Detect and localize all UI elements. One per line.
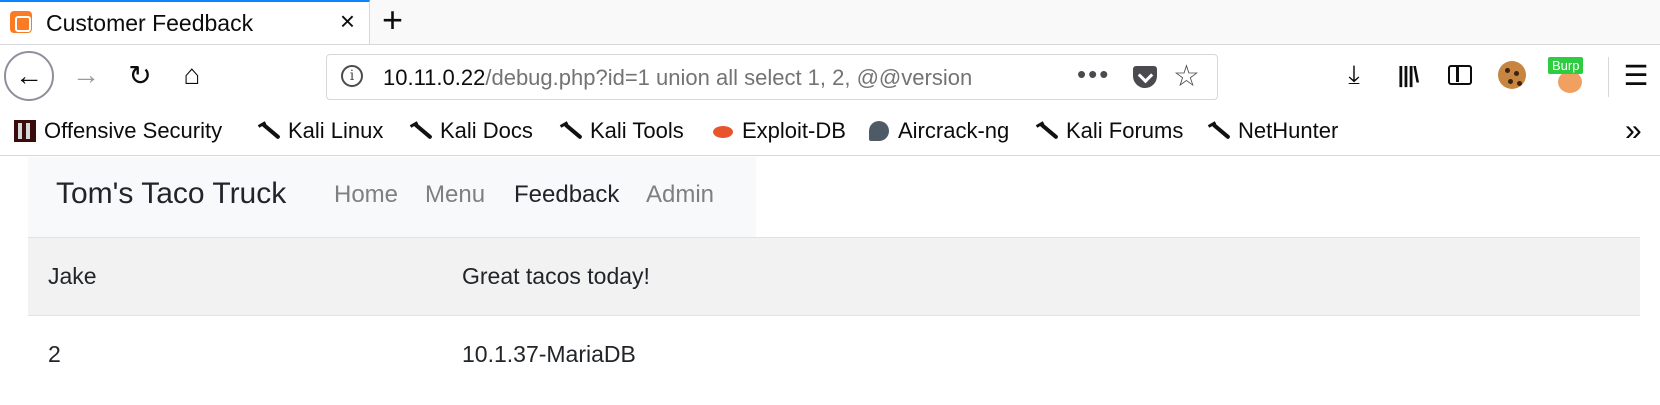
bookmark-label: Kali Forums: [1066, 118, 1184, 143]
more-bookmarks-chevron-icon[interactable]: »: [1625, 114, 1642, 148]
bookmark-label: Offensive Security: [44, 118, 223, 143]
bookmark-label: Aircrack-ng: [898, 118, 1010, 143]
feedback-message-cell: Great tacos today!: [442, 237, 1640, 316]
kali-dragon-icon: [560, 120, 582, 142]
forward-button[interactable]: →: [66, 55, 106, 95]
offsec-icon: [14, 120, 36, 142]
url-path: /debug.php?id=1 union all select 1, 2, @…: [485, 65, 973, 90]
url-fade: [987, 59, 1047, 95]
table-row: Jake Great tacos today!: [28, 237, 1640, 316]
bookmarks-toolbar: Offensive Security Kali Linux Kali Docs …: [0, 108, 1660, 156]
kali-dragon-icon: [1036, 120, 1058, 142]
bookmark-offensive-security[interactable]: Offensive Security: [14, 118, 222, 144]
bookmark-star-icon[interactable]: ☆: [1173, 59, 1200, 94]
url-bar[interactable]: i 10.11.0.22/debug.php?id=1 union all se…: [326, 54, 1218, 100]
home-button[interactable]: ⌂: [172, 55, 212, 95]
table-row: 2 10.1.37-MariaDB: [28, 315, 1640, 394]
back-button[interactable]: ←: [4, 51, 54, 101]
tab-strip: Customer Feedback × +: [0, 0, 1660, 44]
bookmark-kali-docs[interactable]: Kali Docs: [410, 118, 533, 144]
bookmark-label: Kali Tools: [590, 118, 684, 143]
kali-dragon-icon: [410, 120, 432, 142]
bookmark-label: Kali Linux: [288, 118, 384, 143]
bookmark-label: NetHunter: [1238, 118, 1339, 143]
aircrack-icon: [868, 120, 890, 142]
nav-link-admin[interactable]: Admin: [646, 181, 714, 209]
nav-link-home[interactable]: Home: [334, 181, 398, 209]
bookmark-kali-forums[interactable]: Kali Forums: [1036, 118, 1183, 144]
download-icon[interactable]: ⤓: [1336, 57, 1372, 93]
reload-button[interactable]: ↻: [120, 55, 160, 95]
feedback-name-cell: 2: [28, 315, 442, 394]
url-host: 10.11.0.22: [383, 65, 486, 90]
pocket-icon[interactable]: [1133, 66, 1157, 88]
xampp-favicon-icon: [10, 11, 32, 33]
toolbar-separator: [1608, 57, 1609, 97]
tab-customer-feedback[interactable]: Customer Feedback ×: [0, 0, 370, 44]
hamburger-menu-icon[interactable]: ☰: [1618, 57, 1654, 93]
close-tab-icon[interactable]: ×: [340, 8, 355, 34]
burp-badge: Burp: [1548, 57, 1584, 74]
exploitdb-icon: [712, 120, 734, 142]
kali-dragon-icon: [1208, 120, 1230, 142]
bookmark-nethunter[interactable]: NetHunter: [1208, 118, 1338, 144]
tab-title: Customer Feedback: [46, 10, 254, 36]
sidebar-icon[interactable]: [1442, 57, 1478, 93]
feedback-table: Jake Great tacos today! 2 10.1.37-MariaD…: [28, 237, 1640, 394]
site-navbar: Tom's Taco Truck Home Menu Feedback Admi…: [28, 157, 756, 237]
bookmark-label: Exploit-DB: [742, 118, 846, 143]
page-actions-icon[interactable]: •••: [1077, 59, 1110, 90]
navigation-toolbar: ← → ↻ ⌂ i 10.11.0.22/debug.php?id=1 unio…: [0, 44, 1660, 108]
nav-link-feedback[interactable]: Feedback: [514, 181, 619, 209]
kali-dragon-icon: [258, 120, 280, 142]
bookmark-kali-tools[interactable]: Kali Tools: [560, 118, 684, 144]
bookmark-aircrack-ng[interactable]: Aircrack-ng: [868, 118, 1009, 144]
burp-extension-icon[interactable]: Burp: [1548, 53, 1592, 97]
nav-link-menu[interactable]: Menu: [425, 181, 485, 209]
new-tab-button[interactable]: +: [382, 0, 403, 40]
bookmark-label: Kali Docs: [440, 118, 533, 143]
site-info-icon[interactable]: i: [341, 65, 363, 87]
cookie-icon[interactable]: [1494, 57, 1530, 93]
url-text[interactable]: 10.11.0.22/debug.php?id=1 union all sele…: [383, 65, 1043, 91]
bookmark-kali-linux[interactable]: Kali Linux: [258, 118, 383, 144]
bookmark-exploit-db[interactable]: Exploit-DB: [712, 118, 846, 144]
feedback-name-cell: Jake: [28, 237, 442, 316]
feedback-message-cell: 10.1.37-MariaDB: [442, 315, 1640, 394]
site-brand[interactable]: Tom's Taco Truck: [56, 177, 286, 211]
library-icon[interactable]: |||\: [1390, 57, 1426, 93]
